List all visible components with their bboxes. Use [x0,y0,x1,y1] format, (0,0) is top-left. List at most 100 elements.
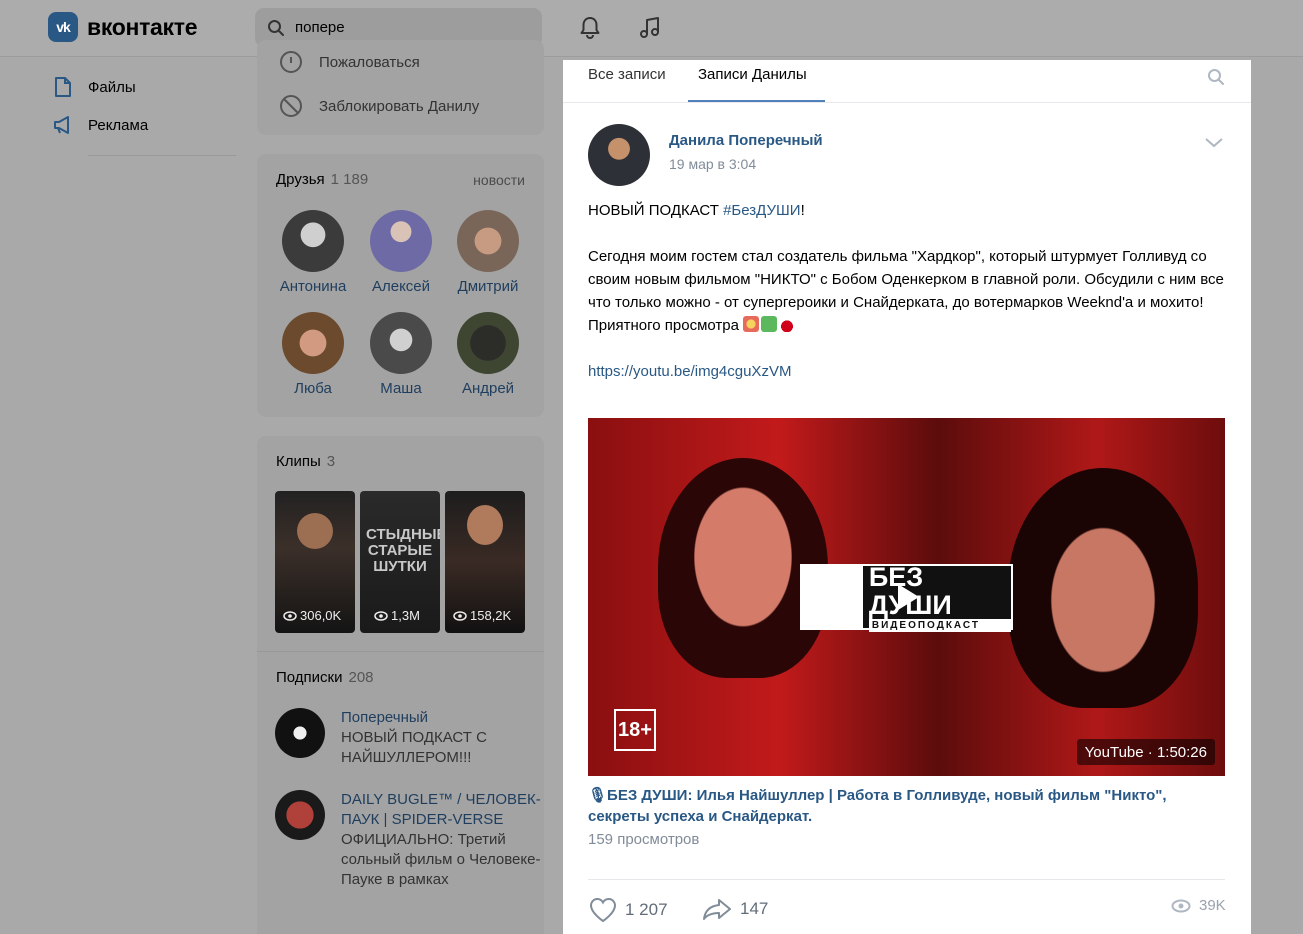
friends-card: Друзья 1 189 новости Антонина Алексей Дми… [257,154,544,417]
clip-thumbnail[interactable]: 158,2K [445,491,525,633]
clips-header[interactable]: Клипы 3 [276,453,335,470]
subscription-name: DAILY BUGLE™ / ЧЕЛОВЕК-ПАУК | SPIDER-VER… [341,791,541,828]
tab-author-posts[interactable]: Записи Данилы [698,66,807,83]
friend-name: Люба [294,380,332,397]
nav-label: Файлы [88,78,136,96]
active-tab-indicator [688,100,825,102]
post-text: НОВЫЙ ПОДКАСТ #БезДУШИ! Сегодня моим гос… [588,199,1228,383]
vk-logo-icon: vk [48,12,78,42]
clip-views: 1,3M [374,608,420,623]
avatar [370,210,432,272]
file-icon [52,76,74,98]
wall-post-panel: Все записи Записи Данилы Данила Поперечн… [563,60,1251,934]
friend-item[interactable]: Андрей [448,312,528,397]
water-gun-emoji-icon [761,316,778,332]
avatar [282,312,344,374]
report-icon [280,51,302,73]
eye-icon [374,610,388,621]
friend-item[interactable]: Маша [361,312,441,397]
subscriptions-count: 208 [348,669,374,686]
card-divider [257,651,544,652]
video-duration: YouTube · 1:50:26 [1076,739,1215,765]
subscription-item[interactable]: Поперечный НОВЫЙ ПОДКАСТ С НАЙШУЛЛЕРОМ!!… [275,708,535,788]
clip-views: 306,0K [283,608,341,623]
friend-item[interactable]: Дмитрий [448,210,528,295]
author-avatar[interactable] [588,124,650,186]
post-closing: Приятного просмотра [588,314,1228,337]
post-date[interactable]: 19 мар в 3:04 [669,156,756,172]
subscriptions-title: Подписки [276,669,343,686]
chevron-down-icon[interactable] [1203,136,1225,150]
video-title-link[interactable]: 🎙БЕЗ ДУШИ: Илья Найшуллер | Работа в Гол… [588,785,1228,827]
podcast-brand-subtitle: ВИДЕОПОДКАСТ [868,618,1011,632]
clip-views: 158,2K [453,608,511,623]
post-actions-divider [588,879,1225,880]
clip-caption: СТЫДНЫЕ СТАРЫЕ ШУТКИ [366,526,440,575]
clip-face [467,505,503,545]
block-label: Заблокировать Данилу [319,97,480,115]
cocktail-emoji-icon [743,316,760,332]
video-player[interactable]: БЕЗ ДУШИ ВИДЕОПОДКАСТ 18+ YouTube · 1:50… [588,418,1225,776]
share-button[interactable]: 147 [702,897,768,921]
search-input[interactable] [295,19,515,36]
friend-name: Маша [380,380,422,397]
post-author[interactable]: Данила Поперечный [669,132,823,149]
eye-icon [453,610,467,621]
drop-of-blood-emoji-icon [779,316,796,332]
friend-item[interactable]: Алексей [361,210,441,295]
avatar [275,708,325,758]
subscription-name: Поперечный [341,709,429,726]
report-label: Пожаловаться [319,53,420,71]
share-count: 147 [740,899,769,918]
post-line-1: НОВЫЙ ПОДКАСТ #БезДУШИ! [588,202,805,219]
friend-item[interactable]: Антонина [273,210,353,295]
music-icon[interactable] [635,13,665,43]
search-icon [268,19,284,36]
age-rating-badge: 18+ [614,709,656,751]
views-counter: 39K [1171,897,1226,914]
clip-face [297,513,333,549]
block-action[interactable]: Заблокировать Данилу [279,94,479,118]
view-count: 39K [1199,897,1226,914]
nav-item-files[interactable]: Файлы [52,76,136,98]
like-button[interactable]: 1 207 [589,897,668,923]
avatar [282,210,344,272]
avatar [457,210,519,272]
subscription-desc: НОВЫЙ ПОДКАСТ С НАЙШУЛЛЕРОМ!!! [341,729,487,766]
video-views: 159 просмотров [588,831,700,848]
heart-icon [589,897,617,923]
eye-icon [283,610,297,621]
clip-thumbnail[interactable]: 306,0K [275,491,355,633]
block-icon [280,95,302,117]
hashtag-link[interactable]: #БезДУШИ [723,202,800,219]
avatar [370,312,432,374]
friends-title: Друзья [276,171,325,188]
top-header: vk вконтакте [0,0,1303,57]
play-icon[interactable] [890,579,926,615]
host-figure [1008,468,1198,708]
friends-header[interactable]: Друзья 1 189 [276,171,368,188]
youtube-link[interactable]: https://youtu.be/img4cguXzVM [588,363,791,380]
friend-item[interactable]: Люба [273,312,353,397]
bell-icon[interactable] [575,13,605,43]
report-action[interactable]: Пожаловаться [279,50,420,74]
tab-all-posts[interactable]: Все записи [588,66,666,83]
post-paragraph: Сегодня моим гостем стал создатель фильм… [588,248,1224,311]
friends-news-link[interactable]: новости [473,172,525,188]
eye-icon [1171,899,1191,912]
search-icon[interactable] [1207,68,1225,86]
subscriptions-header[interactable]: Подписки 208 [276,669,374,686]
avatar [457,312,519,374]
friend-name: Андрей [461,380,515,397]
nav-item-ads[interactable]: Реклама [52,114,148,136]
clips-subscriptions-card: Клипы 3 306,0K СТЫДНЫЕ СТАРЫЕ ШУТКИ 1,3M … [257,436,544,934]
subscription-item[interactable]: DAILY BUGLE™ / ЧЕЛОВЕК-ПАУК | SPIDER-VER… [275,790,541,930]
friend-name: Алексей [371,278,431,295]
vk-logo[interactable]: vk вконтакте [48,12,198,42]
friend-name: Антонина [279,278,347,295]
avatar [275,790,325,840]
share-arrow-icon [703,899,731,920]
clip-thumbnail[interactable]: СТЫДНЫЕ СТАРЫЕ ШУТКИ 1,3M [360,491,440,633]
wall-tabs: Все записи Записи Данилы [563,60,1251,103]
clips-title: Клипы [276,453,321,470]
